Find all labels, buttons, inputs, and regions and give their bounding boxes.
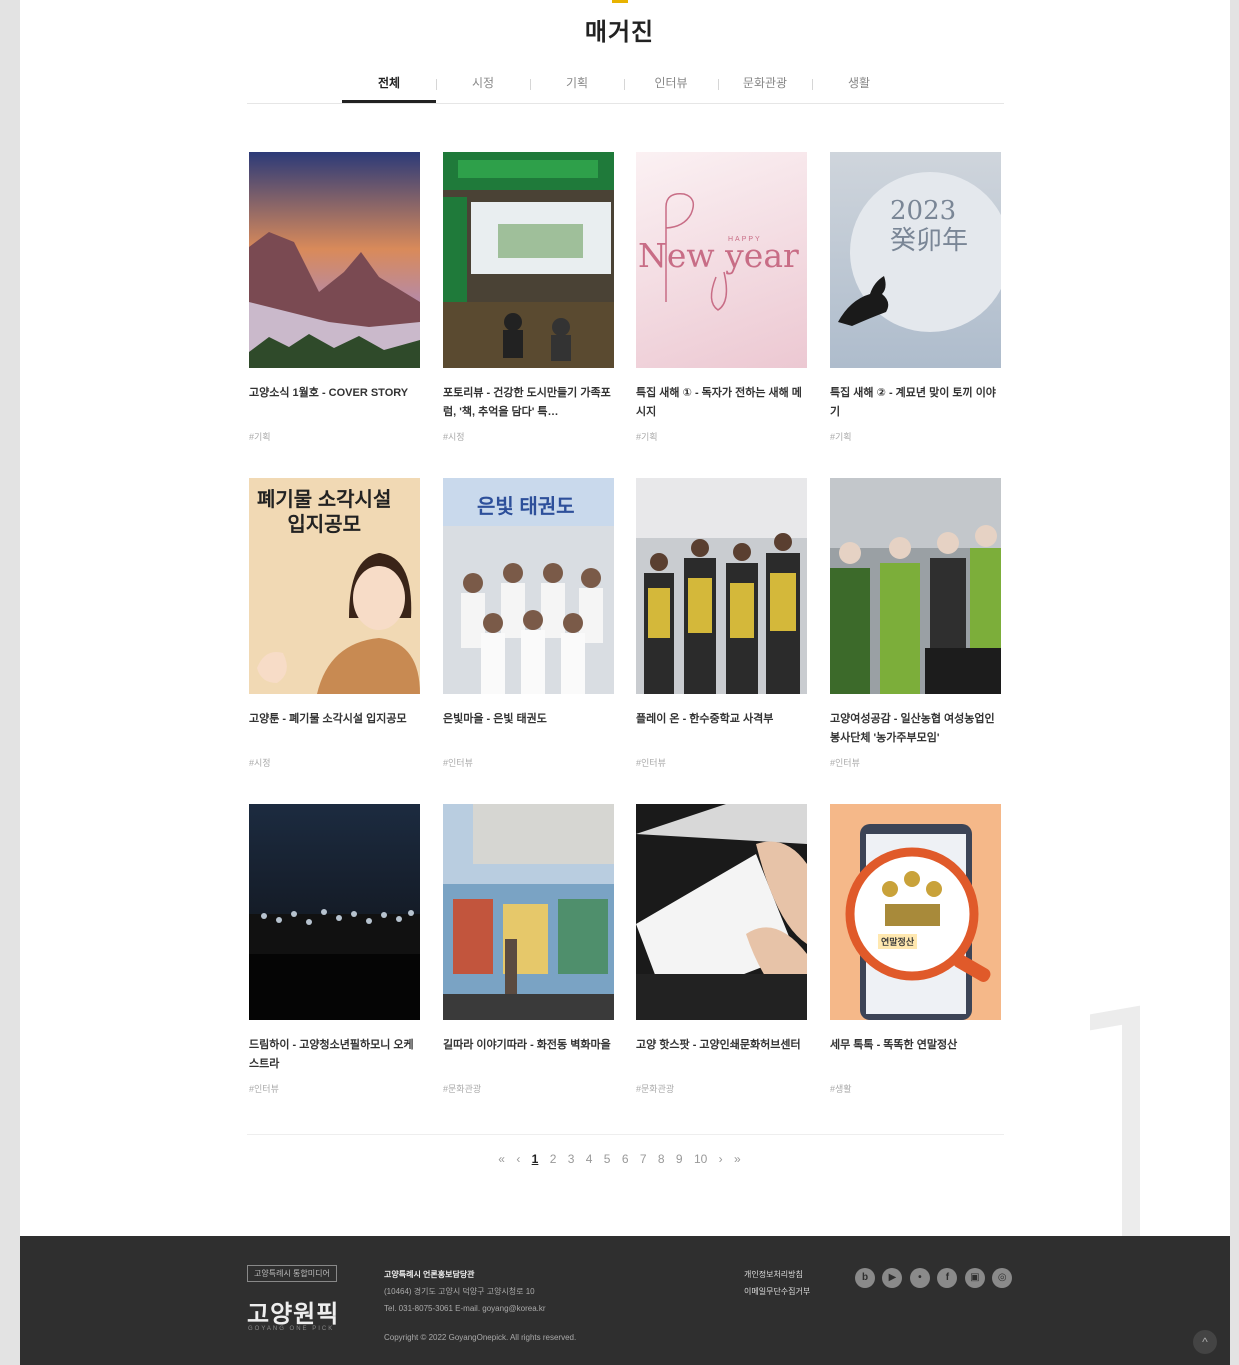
card-thumbnail-webtoon: 폐기물 소각시설 입지공모 (249, 478, 420, 694)
category-tabs: 전체 시정 기획 인터뷰 문화관광 생활 (247, 68, 1004, 104)
social-links: b ▶ • f ▣ ◎ (855, 1267, 1015, 1288)
card-tag: #인터뷰 (249, 1084, 279, 1094)
footer-links: 개인정보처리방침 이메일무단수집거부 (744, 1266, 810, 1300)
first-page-button[interactable]: « (498, 1152, 505, 1166)
card-tag: #기획 (249, 432, 271, 442)
card-tag: #인터뷰 (443, 758, 473, 768)
card-tag: #인터뷰 (636, 758, 666, 768)
card-title: 드림하이 - 고양청소년필하모니 오케스트라 (249, 1039, 414, 1070)
page-number[interactable]: 2 (550, 1152, 557, 1166)
card-title: 세무 톡톡 - 똑똑한 연말정산 (830, 1039, 958, 1051)
footer-org: 고양특례시 언론홍보담당관 (384, 1270, 475, 1279)
footer-contact: Tel. 031-8075-3061 E-mail. goyang@korea.… (384, 1304, 546, 1313)
card-tag: #시정 (249, 758, 271, 768)
page-number[interactable]: 8 (658, 1152, 665, 1166)
footer-info: 고양특례시 언론홍보담당관 (10464) 경기도 고양시 덕양구 고양시청로 … (384, 1266, 546, 1317)
footer-logo-subtitle: GOYANG ONE PICK (248, 1326, 335, 1332)
chevron-up-icon[interactable]: ^ (1193, 1330, 1217, 1354)
card-tag: #인터뷰 (830, 758, 860, 768)
rabbit-year-label: 2023 癸卯年 (890, 196, 969, 256)
page-number[interactable]: 10 (694, 1152, 707, 1166)
tax-label: 연말정산 (878, 934, 918, 949)
card-tag: #생활 (830, 1084, 852, 1094)
last-page-button[interactable]: » (734, 1152, 741, 1166)
card-title: 포토리뷰 - 건강한 도시만들기 가족포럼, '책, 추억을 담다' 특… (443, 387, 611, 418)
pagination: « ‹ 1 2 3 4 5 6 7 8 9 10 › » (0, 1152, 1239, 1166)
tab-city-administration[interactable]: 시정 (436, 68, 530, 103)
email-policy-link[interactable]: 이메일무단수집거부 (744, 1283, 810, 1300)
card-title: 고양 핫스팟 - 고양인쇄문화허브센터 (636, 1039, 801, 1051)
title-accent-bar (612, 0, 628, 3)
card-title: 특집 새해 ① - 독자가 전하는 새해 메시지 (636, 387, 802, 418)
card-tag: #문화관광 (443, 1084, 482, 1094)
page-number[interactable]: 4 (586, 1152, 593, 1166)
magazine-card[interactable]: 드림하이 - 고양청소년필하모니 오케스트라 #인터뷰 (249, 804, 420, 1095)
card-title: 고양툰 - 폐기물 소각시설 입지공모 (249, 713, 407, 725)
magazine-card[interactable]: 플레이 온 - 한수중학교 사격부 #인터뷰 (636, 478, 807, 769)
prev-page-button[interactable]: ‹ (516, 1152, 520, 1166)
taekwondo-banner-text: 은빛 태권도 (477, 496, 575, 518)
youtube-icon[interactable]: ▶ (882, 1268, 903, 1288)
site-footer: 고양특례시 통합미디어 고양원픽 GOYANG ONE PICK 고양특례시 언… (20, 1236, 1230, 1365)
page-number[interactable]: 5 (604, 1152, 611, 1166)
magazine-card[interactable]: 고양소식 1월호 - COVER STORY #기획 (249, 152, 420, 443)
page-title: 매거진 (584, 19, 655, 46)
footer-copyright: Copyright © 2022 GoyangOnepick. All righ… (384, 1333, 577, 1342)
page-number[interactable]: 7 (640, 1152, 647, 1166)
next-page-button[interactable]: › (719, 1152, 723, 1166)
card-tag: #기획 (636, 432, 658, 442)
card-thumbnail-mountain (249, 152, 420, 368)
magazine-card[interactable]: HAPPY New year 특집 새해 ① - 독자가 전하는 새해 메시지 … (636, 152, 807, 443)
tab-feature[interactable]: 기획 (530, 68, 624, 103)
card-title: 고양여성공감 - 일산농협 여성농업인봉사단체 '농가주부모임' (830, 713, 995, 744)
card-thumbnail-shooting-team (636, 478, 807, 694)
tab-living[interactable]: 생활 (812, 68, 906, 103)
card-thumbnail-tax-tips: 연말정산 (830, 804, 1001, 1020)
magazine-card[interactable]: 폐기물 소각시설 입지공모 고양툰 - 폐기물 소각시설 입지공모 #시정 (249, 478, 420, 769)
content-divider (247, 1134, 1004, 1135)
facebook-icon[interactable]: f (937, 1268, 958, 1288)
new-year-label: New year (638, 236, 799, 275)
page-number[interactable]: 6 (622, 1152, 629, 1166)
magazine-card[interactable]: 연말정산 세무 톡톡 - 똑똑한 연말정산 #생활 (830, 804, 1001, 1095)
privacy-policy-link[interactable]: 개인정보처리방침 (744, 1266, 810, 1283)
magazine-card[interactable]: 은빛 태권도 은빛마을 - 은빛 태권도 #인터뷰 (443, 478, 614, 769)
card-title: 은빛마을 - 은빛 태권도 (443, 713, 547, 725)
card-title: 특집 새해 ② - 계묘년 맞이 토끼 이야기 (830, 387, 996, 418)
card-thumbnail-new-year: HAPPY New year (636, 152, 807, 368)
magazine-card[interactable]: 포토리뷰 - 건강한 도시만들기 가족포럼, '책, 추억을 담다' 특… #시… (443, 152, 614, 443)
magazine-card[interactable]: 2023 癸卯年 특집 새해 ② - 계묘년 맞이 토끼 이야기 #기획 (830, 152, 1001, 443)
card-thumbnail-forum (443, 152, 614, 368)
card-tag: #기획 (830, 432, 852, 442)
instagram-icon[interactable]: ◎ (992, 1268, 1013, 1288)
card-title: 길따라 이야기따라 - 화전동 벽화마을 (443, 1039, 611, 1051)
card-thumbnail-taekwondo: 은빛 태권도 (443, 478, 614, 694)
footer-badge: 고양특례시 통합미디어 (247, 1265, 337, 1282)
magazine-card[interactable]: 고양 핫스팟 - 고양인쇄문화허브센터 #문화관광 (636, 804, 807, 1095)
card-thumbnail-rabbit: 2023 癸卯年 (830, 152, 1001, 368)
card-thumbnail-volunteers (830, 478, 1001, 694)
card-tag: #문화관광 (636, 1084, 675, 1094)
card-thumbnail-orchestra (249, 804, 420, 1020)
card-tag: #시정 (443, 432, 465, 442)
footer-address: (10464) 경기도 고양시 덕양구 고양시청로 10 (384, 1287, 535, 1296)
tab-interview[interactable]: 인터뷰 (624, 68, 718, 103)
magazine-card[interactable]: 길따라 이야기따라 - 화전동 벽화마을 #문화관광 (443, 804, 614, 1095)
card-thumbnail-printing-hub (636, 804, 807, 1020)
magazine-card[interactable]: 고양여성공감 - 일산농협 여성농업인봉사단체 '농가주부모임' #인터뷰 (830, 478, 1001, 769)
card-title: 플레이 온 - 한수중학교 사격부 (636, 713, 774, 725)
page-number[interactable]: 1 (532, 1152, 539, 1166)
page-number[interactable]: 9 (676, 1152, 683, 1166)
tab-culture-tourism[interactable]: 문화관광 (718, 68, 812, 103)
blog-icon[interactable]: b (855, 1268, 875, 1288)
card-title: 고양소식 1월호 - COVER STORY (249, 387, 409, 399)
decorative-shape (1122, 1010, 1140, 1236)
card-thumbnail-mural-village (443, 804, 614, 1020)
footer-logo[interactable]: 고양원픽 (247, 1294, 339, 1329)
talk-icon[interactable]: • (909, 1268, 930, 1288)
instagram-tv-icon[interactable]: ▣ (964, 1268, 985, 1288)
tab-all[interactable]: 전체 (342, 68, 436, 103)
page-number[interactable]: 3 (568, 1152, 575, 1166)
